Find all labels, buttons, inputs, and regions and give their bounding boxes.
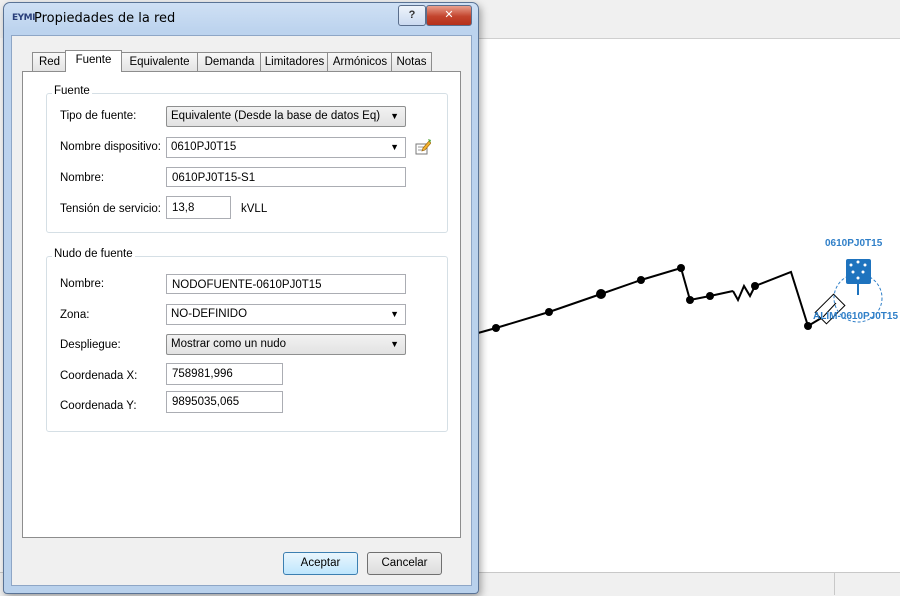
tension-label: Tensión de servicio: bbox=[60, 203, 161, 215]
zona-label: Zona: bbox=[60, 309, 90, 321]
nudo-group-title: Nudo de fuente bbox=[52, 248, 135, 260]
nudo-nombre-input[interactable]: NODOFUENTE-0610PJ0T15 bbox=[166, 274, 406, 294]
despliegue-select[interactable]: Mostrar como un nudo ▼ bbox=[166, 334, 406, 355]
source-label[interactable]: 0610PJ0T15 bbox=[825, 238, 883, 249]
tab-armonicos[interactable]: Armónicos bbox=[327, 52, 393, 71]
coord-y-input[interactable]: 9895035,065 bbox=[166, 391, 283, 413]
tab-notas[interactable]: Notas bbox=[391, 52, 432, 71]
tab-red[interactable]: Red bbox=[32, 52, 67, 71]
nombre-dispositivo-select[interactable]: 0610PJ0T15 ▼ bbox=[166, 137, 406, 158]
tipo-fuente-label: Tipo de fuente: bbox=[60, 110, 137, 122]
nombre-dispositivo-label: Nombre dispositivo: bbox=[60, 141, 161, 153]
fuente-group-title: Fuente bbox=[52, 85, 92, 97]
app-logo-icon: EYMI bbox=[12, 13, 35, 23]
coord-x-input[interactable]: 758981,996 bbox=[166, 363, 283, 385]
coord-x-label: Coordenada X: bbox=[60, 370, 138, 382]
tipo-fuente-value: Equivalente (Desde la base de datos Eq) bbox=[171, 110, 381, 122]
network-node bbox=[706, 292, 714, 300]
status-bar-divider bbox=[834, 572, 835, 595]
accept-button[interactable]: Aceptar bbox=[283, 552, 358, 575]
zona-select[interactable]: NO-DEFINIDO ▼ bbox=[166, 304, 406, 325]
source-substation-icon[interactable] bbox=[846, 259, 871, 295]
nombre-input[interactable]: 0610PJ0T15-S1 bbox=[166, 167, 406, 187]
network-node bbox=[545, 308, 553, 316]
chevron-down-icon: ▼ bbox=[390, 142, 399, 152]
tab-fuente[interactable]: Fuente bbox=[65, 50, 122, 72]
zona-value: NO-DEFINIDO bbox=[171, 308, 248, 320]
network-node bbox=[637, 276, 645, 284]
network-nodes[interactable] bbox=[492, 264, 812, 332]
nombre-dispositivo-value: 0610PJ0T15 bbox=[171, 141, 237, 153]
network-node bbox=[686, 296, 694, 304]
despliegue-label: Despliegue: bbox=[60, 339, 121, 351]
dialog-titlebar[interactable]: EYMI Propiedades de la red ? ✕ bbox=[4, 3, 478, 33]
feeder-line bbox=[477, 266, 824, 334]
tension-unit: kVLL bbox=[241, 203, 268, 215]
network-node bbox=[677, 264, 685, 272]
dialog-title: Propiedades de la red bbox=[34, 11, 176, 26]
network-node bbox=[596, 289, 606, 299]
tab-limitadores[interactable]: Limitadores bbox=[260, 52, 329, 71]
coord-y-label: Coordenada Y: bbox=[60, 400, 137, 412]
nudo-nombre-label: Nombre: bbox=[60, 278, 105, 290]
tension-input[interactable]: 13,8 bbox=[166, 196, 231, 219]
network-node bbox=[804, 322, 812, 330]
network-node bbox=[751, 282, 759, 290]
edit-device-icon[interactable] bbox=[415, 139, 431, 155]
feeder-label[interactable]: ALIM-0610PJ0T15 bbox=[813, 311, 898, 322]
close-button[interactable]: ✕ bbox=[426, 5, 472, 26]
nombre-label: Nombre: bbox=[60, 172, 105, 184]
tab-demanda[interactable]: Demanda bbox=[197, 52, 262, 71]
chevron-down-icon: ▼ bbox=[390, 309, 399, 319]
tab-equivalente[interactable]: Equivalente bbox=[120, 52, 199, 71]
chevron-down-icon: ▼ bbox=[390, 111, 399, 121]
tipo-fuente-select[interactable]: Equivalente (Desde la base de datos Eq) … bbox=[166, 106, 406, 127]
network-node bbox=[492, 324, 500, 332]
cancel-button[interactable]: Cancelar bbox=[367, 552, 442, 575]
despliegue-value: Mostrar como un nudo bbox=[171, 338, 287, 350]
help-button[interactable]: ? bbox=[398, 5, 426, 26]
chevron-down-icon: ▼ bbox=[390, 339, 399, 349]
